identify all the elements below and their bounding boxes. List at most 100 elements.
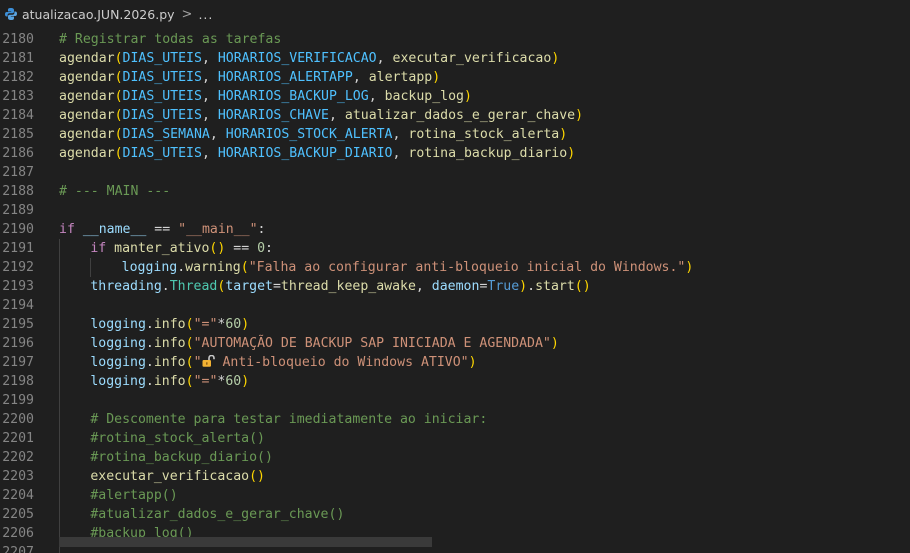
code-line[interactable]: 2186 agendar(DIAS_UTEIS, HORARIOS_BACKUP_… [0, 144, 910, 163]
code-line[interactable]: 2196 logging.info("AUTOMAÇÃO DE BACKUP SA… [0, 334, 910, 353]
indent-guide [59, 391, 60, 410]
indent-guide [59, 239, 60, 258]
code-token: ( [114, 127, 123, 142]
code-token: , [368, 89, 385, 104]
code-token: # Descomente para testar imediatamente a… [90, 412, 488, 427]
code-line[interactable]: 2187 [0, 163, 910, 182]
code-token: rotina_backup_diario [408, 146, 568, 161]
code-token: ( [185, 374, 194, 389]
code-token: Anti-bloqueio do Windows ATIVO" [214, 355, 469, 370]
indent-guide [59, 315, 60, 334]
code-token: #rotina_backup_diario() [90, 450, 273, 465]
code-token: . [145, 374, 154, 389]
code-line[interactable]: 2184 agendar(DIAS_UTEIS, HORARIOS_CHAVE, … [0, 106, 910, 125]
code-token: : [257, 222, 266, 237]
line-number: 2185 [2, 127, 34, 142]
code-editor[interactable]: 2180 # Registrar todas as tarefas 2181 agen… [0, 28, 910, 553]
code-line[interactable]: 2193 threading.Thread(target=thread_keep_… [0, 277, 910, 296]
code-line[interactable]: 2190 if __name__ == "__main__": [0, 220, 910, 239]
code-token: , [376, 51, 393, 66]
code-line[interactable]: 2182 agendar(DIAS_UTEIS, HORARIOS_ALERTAP… [0, 68, 910, 87]
code-text: # Descomente para testar imediatamente a… [90, 410, 487, 429]
code-text: agendar(DIAS_SEMANA, HORARIOS_STOCK_ALER… [59, 125, 567, 144]
code-text: executar_verificacao() [90, 467, 265, 486]
line-number: 2196 [2, 336, 34, 351]
code-token: , [209, 127, 226, 142]
code-token: #atualizar_dados_e_gerar_chave() [90, 507, 345, 522]
code-token: executar_verificacao [392, 51, 552, 66]
code-token: backup_log [384, 89, 464, 104]
line-number: 2202 [2, 450, 34, 465]
code-token: ) [559, 127, 568, 142]
line-number: 2186 [2, 146, 34, 161]
line-number: 2180 [2, 32, 34, 47]
indent-guide [59, 277, 60, 296]
line-number: 2192 [2, 260, 34, 275]
code-line[interactable]: 2185 agendar(DIAS_SEMANA, HORARIOS_STOCK_… [0, 125, 910, 144]
code-line[interactable]: 2195 logging.info("="*60) [0, 315, 910, 334]
code-token: () [574, 279, 591, 294]
code-line[interactable]: 2188 # --- MAIN --- [0, 182, 910, 201]
indent-guide [90, 258, 92, 277]
code-token: agendar [59, 70, 115, 85]
indent-guide [59, 258, 60, 277]
code-line[interactable]: 2199 [0, 391, 910, 410]
code-token: ) [241, 374, 250, 389]
code-token: thread_keep_awake [280, 279, 416, 294]
code-line[interactable]: 2194 [0, 296, 910, 315]
code-line[interactable]: 2204 #alertapp() [0, 486, 910, 505]
code-text: threading.Thread(target=thread_keep_awak… [90, 277, 590, 296]
code-token: HORARIOS_BACKUP_DIARIO [217, 146, 393, 161]
code-token: ) [241, 317, 250, 332]
code-token: logging [90, 355, 146, 370]
code-text: agendar(DIAS_UTEIS, HORARIOS_VERIFICACAO… [59, 49, 559, 68]
code-token: logging [90, 317, 146, 332]
code-line[interactable]: 2191 if manter_ativo() == 0: [0, 239, 910, 258]
code-token: ) [685, 260, 694, 275]
code-line[interactable]: 2192 logging.warning("Falha ao configurar… [0, 258, 910, 277]
code-line[interactable]: 2198 logging.info("="*60) [0, 372, 910, 391]
code-line[interactable]: 2202 #rotina_backup_diario() [0, 448, 910, 467]
code-line[interactable]: 2181 agendar(DIAS_UTEIS, HORARIOS_VERIFIC… [0, 49, 910, 68]
breadcrumb-file-name[interactable]: atualizacao.JUN.2026.py [22, 7, 175, 22]
code-line[interactable]: 2203 executar_verificacao() [0, 467, 910, 486]
code-line[interactable]: 2205 #atualizar_dados_e_gerar_chave() [0, 505, 910, 524]
code-token: " [193, 355, 202, 370]
indent-guide [59, 296, 60, 315]
horizontal-scrollbar[interactable] [59, 537, 432, 547]
code-line[interactable]: 2183 agendar(DIAS_UTEIS, HORARIOS_BACKUP_… [0, 87, 910, 106]
code-line[interactable]: 2201 #rotina_stock_alerta() [0, 429, 910, 448]
line-number: 2181 [2, 51, 34, 66]
breadcrumb-symbols-ellipsis[interactable]: ... [198, 7, 213, 22]
code-line[interactable]: 2197 logging.info(" Anti-bloqueio do Wind… [0, 353, 910, 372]
code-token: warning [185, 260, 241, 275]
code-token: ) [519, 279, 528, 294]
code-token: ( [114, 51, 123, 66]
line-number: 2189 [2, 203, 34, 218]
code-text: if manter_ativo() == 0: [90, 239, 273, 258]
code-token: "Falha ao configurar anti-bloqueio inici… [248, 260, 686, 275]
code-token: agendar [59, 146, 115, 161]
line-number: 2182 [2, 70, 34, 85]
code-text: if __name__ == "__main__": [59, 220, 265, 239]
code-line[interactable]: 2189 [0, 201, 910, 220]
code-token: , [201, 146, 218, 161]
code-token: True [487, 279, 520, 294]
code-token: target [225, 279, 273, 294]
code-token: HORARIOS_VERIFICACAO [217, 51, 377, 66]
indent-guide [59, 334, 60, 353]
code-token: == [146, 222, 179, 237]
code-text: #rotina_backup_diario() [90, 448, 273, 467]
code-line[interactable]: 2200 # Descomente para testar imediatamen… [0, 410, 910, 429]
code-token: , [415, 279, 432, 294]
code-token: ) [551, 51, 560, 66]
line-number: 2188 [2, 184, 34, 199]
code-token: ( [185, 336, 194, 351]
indent-guide [59, 410, 60, 429]
line-number: 2190 [2, 222, 34, 237]
code-line[interactable]: 2180 # Registrar todas as tarefas [0, 30, 910, 49]
code-token: HORARIOS_BACKUP_LOG [217, 89, 369, 104]
code-token: , [352, 70, 369, 85]
code-token: if [59, 222, 83, 237]
line-number: 2201 [2, 431, 34, 446]
